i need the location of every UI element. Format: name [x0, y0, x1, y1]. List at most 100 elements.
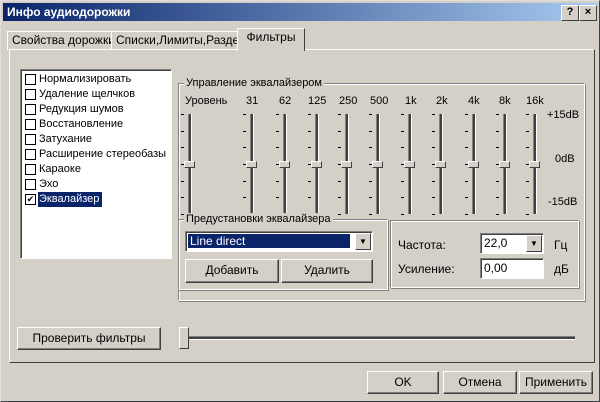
slider-tick [496, 147, 499, 148]
band-slider-thumb[interactable] [529, 161, 540, 168]
slider-tick [243, 197, 246, 198]
list-item-label: Эхо [39, 178, 59, 190]
band-label: 31 [246, 95, 259, 107]
close-button[interactable]: × [579, 5, 597, 21]
checkbox[interactable] [25, 74, 36, 85]
slider-tick [181, 181, 184, 182]
band-slider-thumb[interactable] [311, 161, 322, 168]
preset-select[interactable]: Line direct ▼ [185, 231, 373, 252]
checkbox[interactable]: ✔ [25, 194, 36, 205]
filters-panel: Нормализировать Удаление щелчков Редукци… [9, 49, 595, 363]
checkbox[interactable] [25, 89, 36, 100]
band-label: 250 [339, 95, 358, 107]
list-item[interactable]: Нормализировать [23, 72, 169, 87]
list-item[interactable]: Затухание [23, 132, 169, 147]
band-slider-thumb[interactable] [246, 161, 257, 168]
frequency-label: Частота: [398, 238, 446, 252]
list-item[interactable]: Удаление щелчков [23, 87, 169, 102]
presets-group-title: Предустановки эквалайзера [184, 213, 333, 225]
list-item[interactable]: Восстановление [23, 117, 169, 132]
band-slider-thumb[interactable] [372, 161, 383, 168]
list-item[interactable]: Караоке [23, 162, 169, 177]
band-label: 500 [370, 95, 389, 107]
slider-tick [432, 197, 435, 198]
dialog-window: Инфо аудиодорожки ? × Свойства дорожки С… [0, 0, 600, 402]
band-slider-thumb[interactable] [435, 161, 446, 168]
checkbox[interactable] [25, 149, 36, 160]
slider-tick [496, 131, 499, 132]
title-bar[interactable]: Инфо аудиодорожки ? × [3, 3, 597, 21]
slider-tick [276, 147, 279, 148]
list-item-label: Эквалайзер [38, 192, 103, 207]
chevron-down-icon[interactable]: ▼ [526, 235, 542, 252]
scale-top-label: +15dB [547, 109, 580, 121]
band-label: 8k [499, 95, 511, 107]
band-slider-thumb[interactable] [468, 161, 479, 168]
list-item-label: Восстановление [39, 118, 124, 130]
frequency-select[interactable]: 22,0 ▼ [480, 233, 544, 254]
list-item[interactable]: Расширение стереобазы [23, 147, 169, 162]
cancel-button[interactable]: Отмена [443, 371, 517, 394]
gain-unit: дБ [554, 262, 569, 276]
tab-filters[interactable]: Фильтры [237, 28, 305, 51]
slider-tick [496, 181, 499, 182]
slider-tick [496, 114, 499, 115]
slider-tick [243, 114, 246, 115]
band-slider-thumb[interactable] [279, 161, 290, 168]
slider-tick [181, 147, 184, 148]
filters-list[interactable]: Нормализировать Удаление щелчков Редукци… [20, 69, 172, 259]
slider-tick [338, 147, 341, 148]
slider-tick [308, 147, 311, 148]
slider-tick [243, 131, 246, 132]
band-slider-thumb[interactable] [499, 161, 510, 168]
delete-preset-button[interactable]: Удалить [281, 259, 373, 283]
slider-tick [432, 114, 435, 115]
scale-bottom-label: -15dB [548, 196, 578, 208]
slider-tick [465, 114, 468, 115]
help-button[interactable]: ? [561, 5, 579, 21]
gain-label: Усиление: [398, 262, 455, 276]
list-item-label: Нормализировать [39, 73, 132, 85]
checkbox[interactable] [25, 164, 36, 175]
slider-tick [181, 131, 184, 132]
slider-tick [369, 114, 372, 115]
list-item-label: Караоке [39, 163, 81, 175]
slider-tick [526, 147, 529, 148]
master-level-slider-thumb[interactable] [184, 161, 195, 168]
tab-track-properties[interactable]: Свойства дорожки [7, 31, 117, 50]
list-item[interactable]: Эхо [23, 177, 169, 192]
frequency-value: 22,0 [484, 236, 508, 250]
checkbox[interactable] [25, 134, 36, 145]
list-item[interactable]: Редукция шумов [23, 102, 169, 117]
slider-tick [308, 181, 311, 182]
slider-tick [526, 214, 529, 215]
band-slider-thumb[interactable] [341, 161, 352, 168]
slider-tick [432, 147, 435, 148]
slider-tick [465, 147, 468, 148]
list-item[interactable]: ✔ Эквалайзер [23, 192, 169, 207]
ok-button[interactable]: OK [367, 371, 439, 394]
band-label: 4k [468, 95, 480, 107]
slider-tick [401, 147, 404, 148]
slider-tick [276, 131, 279, 132]
slider-tick [243, 181, 246, 182]
slider-tick [526, 181, 529, 182]
slider-tick [308, 131, 311, 132]
checkbox[interactable] [25, 179, 36, 190]
slider-tick [369, 214, 372, 215]
chevron-down-icon[interactable]: ▼ [355, 233, 371, 250]
slider-tick [243, 147, 246, 148]
slider-tick [496, 197, 499, 198]
tab-lists-limits[interactable]: Списки,Лимиты,Раздел [111, 31, 246, 50]
band-label: 2k [436, 95, 448, 107]
gain-input[interactable]: 0,00 [480, 258, 544, 279]
slider-tick [496, 214, 499, 215]
apply-button[interactable]: Применить [519, 371, 593, 394]
slider-tick [369, 181, 372, 182]
band-label: 62 [279, 95, 292, 107]
checkbox[interactable] [25, 119, 36, 130]
add-preset-button[interactable]: Добавить [185, 259, 279, 283]
band-slider-thumb[interactable] [404, 161, 415, 168]
checkbox[interactable] [25, 104, 36, 115]
slider-tick [338, 114, 341, 115]
